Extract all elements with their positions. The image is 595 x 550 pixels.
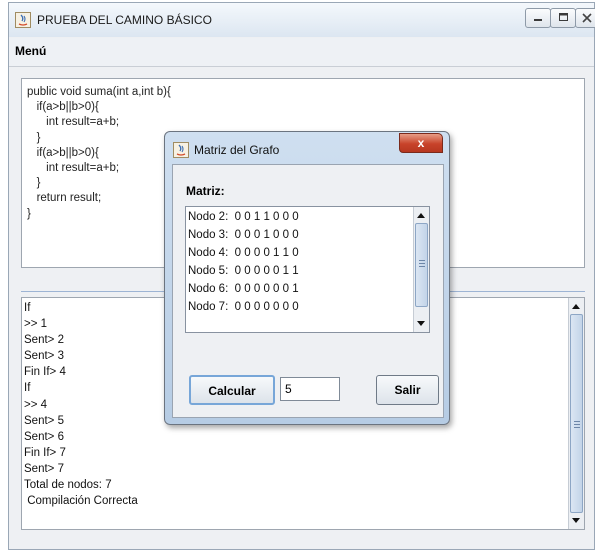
code-line: int result=a+b;: [27, 162, 120, 175]
matrix-row: Nodo 6: 0 0 0 0 0 0 1: [188, 283, 299, 295]
code-line: }: [27, 177, 41, 190]
code-line: public void suma(int a,int b){: [27, 86, 171, 98]
matrix-label: Matriz:: [186, 184, 225, 198]
output-line: Total de nodos: 7: [24, 479, 112, 492]
code-line: int result=a+b;: [27, 116, 120, 129]
code-line: return result;: [27, 192, 102, 205]
matrix-list[interactable]: Nodo 2: 0 0 1 1 0 0 0 Nodo 3: 0 0 0 1 0 …: [185, 206, 430, 333]
output-line: Sent> 6: [24, 430, 64, 443]
java-app-icon: [173, 142, 189, 158]
matrix-dialog: Matriz del Grafo x Matriz: Nodo 2: 0 0 1…: [164, 131, 450, 425]
maximize-button[interactable]: [550, 8, 576, 28]
calculate-button[interactable]: Calcular: [189, 375, 275, 405]
output-line: >> 4: [24, 398, 48, 411]
java-app-icon: [15, 12, 31, 28]
maximize-icon: [559, 13, 568, 21]
output-line: If: [24, 382, 31, 395]
close-icon: [582, 13, 592, 23]
dialog-body: Matriz: Nodo 2: 0 0 1 1 0 0 0 Nodo 3: 0 …: [172, 164, 444, 418]
code-line: }: [27, 207, 31, 220]
code-text: public void suma(int a,int b){ if(a>b||b…: [27, 85, 171, 222]
matrix-row: Nodo 7: 0 0 0 0 0 0 0: [188, 301, 299, 313]
output-text: If >> 1 Sent> 2 Sent> 3 Fin If> 4 If >> …: [24, 300, 138, 509]
dialog-title: Matriz del Grafo: [194, 143, 280, 157]
output-line: Sent> 2: [24, 334, 64, 347]
output-line: >> 1: [24, 318, 48, 331]
output-line: If: [24, 302, 31, 314]
menu-item[interactable]: Menú: [15, 44, 46, 58]
matrix-row: Nodo 3: 0 0 0 1 0 0 0: [188, 229, 299, 241]
code-line: if(a>b||b>0){: [27, 146, 99, 159]
exit-button[interactable]: Salir: [376, 375, 439, 405]
scroll-up-arrow-icon[interactable]: [417, 213, 425, 218]
matrix-row: Nodo 2: 0 0 1 1 0 0 0: [188, 211, 299, 223]
output-line: Sent> 5: [24, 414, 64, 427]
close-icon: x: [417, 136, 425, 150]
scroll-up-arrow-icon[interactable]: [572, 304, 580, 309]
code-line: if(a>b||b>0){: [27, 101, 99, 114]
matrix-scrollbar[interactable]: [413, 207, 429, 332]
node-number-input[interactable]: 5: [280, 377, 340, 401]
output-scrollbar[interactable]: [568, 298, 584, 529]
output-line: Fin If> 7: [24, 446, 66, 459]
output-line: Compilación Correcta: [24, 495, 138, 508]
minimize-button[interactable]: [525, 8, 551, 28]
scroll-down-arrow-icon[interactable]: [572, 518, 580, 523]
scroll-down-arrow-icon[interactable]: [417, 321, 425, 326]
title-bar[interactable]: PRUEBA DEL CAMINO BÁSICO: [9, 3, 595, 37]
menu-bar: Menú: [9, 38, 594, 67]
close-button[interactable]: [575, 8, 595, 28]
matrix-row: Nodo 5: 0 0 0 0 0 1 1: [188, 265, 299, 277]
window-title: PRUEBA DEL CAMINO BÁSICO: [37, 13, 212, 27]
scrollbar-thumb[interactable]: [415, 223, 428, 307]
output-line: Sent> 3: [24, 350, 64, 363]
matrix-row: Nodo 4: 0 0 0 0 1 1 0: [188, 247, 299, 259]
scrollbar-thumb[interactable]: [570, 314, 583, 513]
output-line: Fin If> 4: [24, 366, 66, 379]
dialog-close-button[interactable]: x: [399, 133, 443, 153]
code-line: }: [27, 131, 41, 144]
matrix-rows: Nodo 2: 0 0 1 1 0 0 0 Nodo 3: 0 0 0 1 0 …: [188, 208, 299, 316]
minimize-icon: [534, 19, 542, 21]
output-line: Sent> 7: [24, 462, 64, 475]
